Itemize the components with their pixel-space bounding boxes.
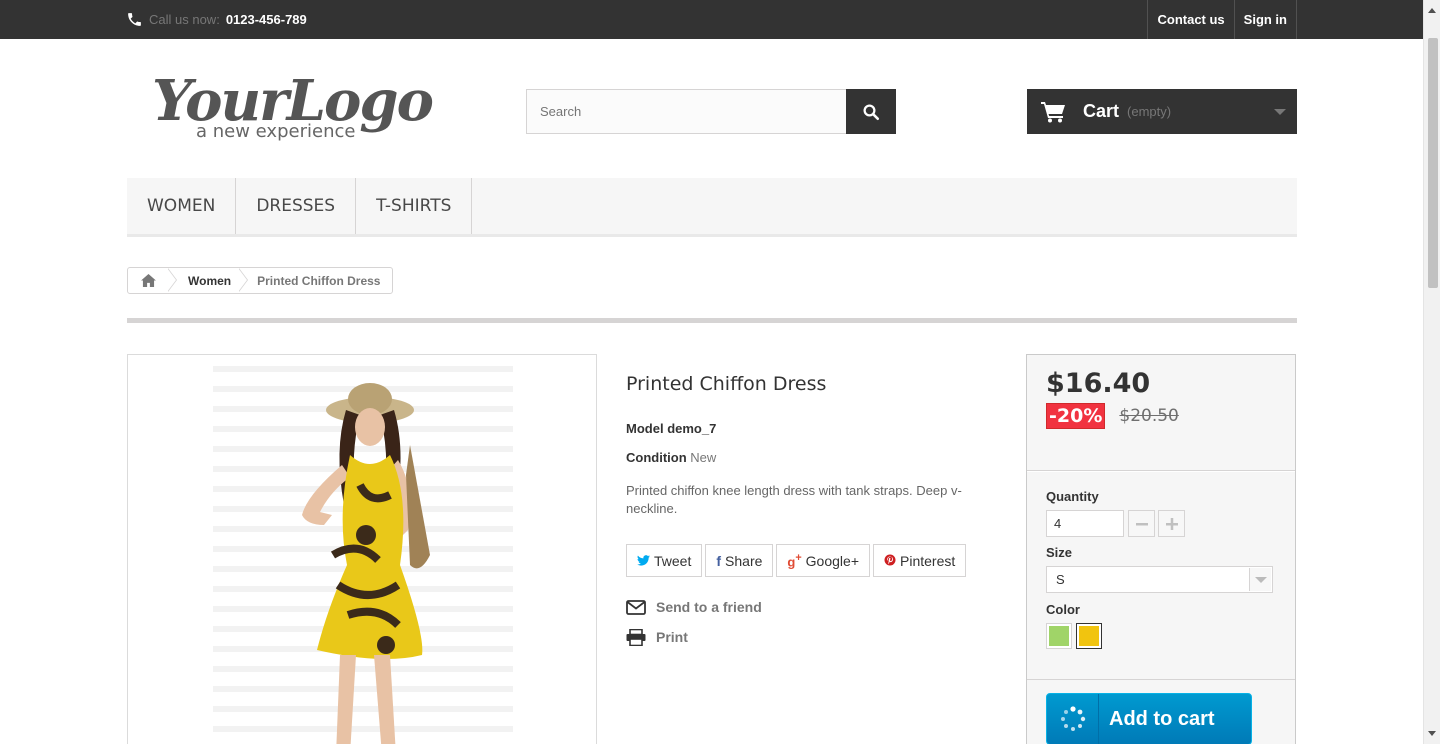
print-link[interactable]: Print — [626, 622, 762, 652]
printer-icon — [626, 628, 646, 646]
send-to-friend-label: Send to a friend — [656, 599, 762, 615]
chevron-down-icon — [1274, 109, 1286, 115]
facebook-share-button[interactable]: f Share — [705, 544, 774, 577]
current-price: $16.40 — [1046, 368, 1151, 399]
add-to-cart-label: Add to cart — [1109, 707, 1215, 730]
size-select[interactable]: S — [1046, 566, 1273, 593]
search-icon — [863, 104, 880, 120]
sign-in-link[interactable]: Sign in — [1233, 0, 1297, 39]
contact-us-link[interactable]: Contact us — [1147, 0, 1233, 39]
condition-value: New — [690, 450, 717, 465]
product-image[interactable] — [127, 354, 597, 744]
product-description: Printed chiffon knee length dress with t… — [626, 483, 962, 516]
condition-label: Condition — [626, 450, 687, 465]
product-info: Printed Chiffon Dress Model demo_7 Condi… — [626, 354, 976, 646]
google-label: Google+ — [805, 552, 859, 569]
print-label: Print — [656, 629, 688, 645]
product-options: Quantity Size S Color — [1027, 471, 1295, 680]
breadcrumb-separator — [238, 268, 251, 293]
breadcrumb-current: Printed Chiffon Dress — [257, 273, 381, 288]
menu-item-tshirts[interactable]: T-SHIRTS — [356, 178, 473, 234]
product-title: Printed Chiffon Dress — [626, 373, 827, 395]
color-swatch-yellow[interactable] — [1076, 623, 1102, 649]
pinterest-button[interactable]: Pinterest — [873, 544, 967, 577]
logo-graphic: YourLogo a new experience — [152, 68, 435, 142]
breadcrumb: Women Printed Chiffon Dress — [127, 267, 394, 294]
quantity-label: Quantity — [1046, 489, 1099, 504]
phone-icon — [126, 11, 143, 28]
search-bar — [526, 89, 896, 134]
page-divider — [127, 318, 1297, 323]
product-reference: Model demo_7 — [626, 421, 976, 436]
color-swatch-green[interactable] — [1046, 623, 1072, 649]
svg-text:a new experience: a new experience — [196, 121, 355, 142]
menu-item-women[interactable]: WOMEN — [127, 178, 237, 234]
cart-icon — [1041, 101, 1065, 122]
google-plus-button[interactable]: g+ Google+ — [776, 544, 870, 577]
product-condition: Condition New — [626, 450, 976, 465]
home-icon — [140, 274, 156, 287]
discount-badge: -20% — [1046, 403, 1106, 429]
search-input[interactable] — [526, 89, 846, 134]
breadcrumb-separator — [167, 268, 180, 293]
add-to-cart-button[interactable]: Add to cart — [1046, 693, 1252, 744]
google-plus-icon: g+ — [787, 551, 802, 570]
site-logo[interactable]: YourLogo a new experience — [150, 60, 440, 144]
send-to-friend-link[interactable]: Send to a friend — [626, 592, 762, 622]
quantity-stepper — [1046, 510, 1276, 537]
scrollbar-thumb[interactable] — [1428, 38, 1438, 288]
model-value: demo_7 — [667, 421, 717, 436]
call-us-label: Call us now: — [149, 12, 220, 27]
product-photo — [213, 366, 513, 744]
tweet-button[interactable]: Tweet — [626, 544, 703, 577]
discount-row: -20% $20.50 — [1046, 403, 1276, 429]
menu-item-dresses[interactable]: DRESSES — [236, 178, 357, 234]
pinterest-label: Pinterest — [900, 552, 956, 569]
loading-spinner-icon — [1047, 694, 1099, 744]
chevron-down-icon — [1249, 568, 1271, 591]
cart-status: (empty) — [1127, 104, 1172, 119]
social-share: Tweet f Share g+ Google+ Pinterest — [626, 544, 967, 577]
model-label: Model — [626, 421, 664, 436]
size-value: S — [1056, 572, 1065, 587]
quantity-increase-button[interactable] — [1158, 510, 1185, 537]
old-price: $20.50 — [1119, 406, 1179, 426]
scroll-down-arrow-icon[interactable] — [1428, 731, 1436, 736]
share-label: Share — [725, 552, 763, 569]
extra-actions: Send to a friend Print — [626, 592, 762, 652]
tweet-label: Tweet — [654, 552, 692, 569]
phone-info: Call us now: 0123-456-789 — [126, 0, 307, 39]
main-menu: WOMEN DRESSES T-SHIRTS — [127, 178, 1297, 237]
scroll-up-arrow-icon[interactable] — [1428, 8, 1436, 13]
swatch-fill — [1049, 626, 1069, 646]
size-label: Size — [1046, 545, 1073, 560]
twitter-icon — [637, 553, 650, 569]
minus-icon — [1135, 522, 1148, 525]
cart-button[interactable]: Cart (empty) — [1027, 89, 1297, 134]
plus-icon — [1165, 517, 1178, 530]
breadcrumb-home[interactable] — [128, 268, 168, 293]
pinterest-icon — [884, 553, 896, 569]
page-scrollbar[interactable] — [1423, 0, 1440, 744]
top-links: Contact us Sign in — [1147, 0, 1297, 39]
buy-box: $16.40 -20% $20.50 Quantity Size S Color — [1026, 354, 1296, 744]
price-block: $16.40 -20% $20.50 — [1027, 355, 1295, 471]
envelope-icon — [626, 599, 646, 615]
phone-number: 0123-456-789 — [225, 12, 307, 27]
search-button[interactable] — [846, 89, 896, 134]
color-label: Color — [1046, 602, 1080, 617]
cart-label: Cart — [1083, 101, 1120, 121]
quantity-input[interactable] — [1046, 510, 1124, 537]
top-bar: Call us now: 0123-456-789 Contact us Sig… — [0, 0, 1423, 39]
swatch-fill — [1079, 626, 1099, 646]
quantity-decrease-button[interactable] — [1128, 510, 1155, 537]
facebook-icon: f — [716, 552, 722, 569]
color-swatches — [1046, 623, 1276, 649]
breadcrumb-category[interactable]: Women — [180, 274, 239, 288]
